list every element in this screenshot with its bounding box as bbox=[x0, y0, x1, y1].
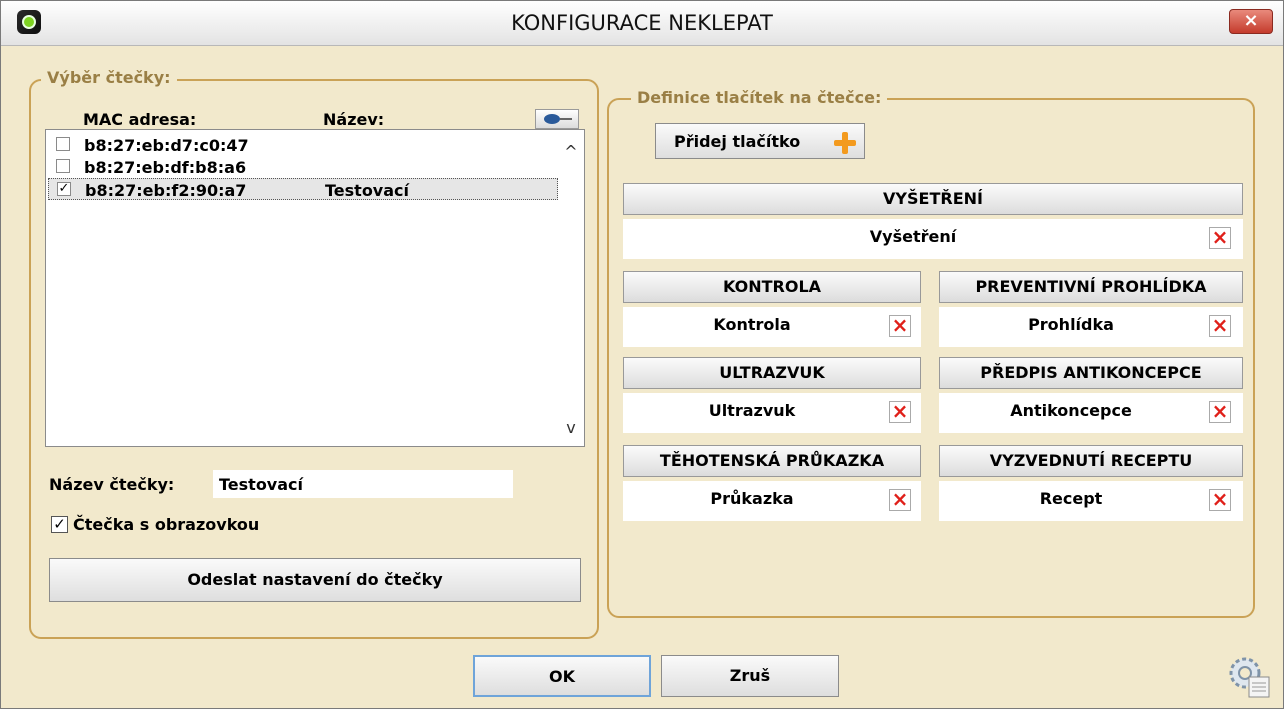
card-header[interactable]: ULTRAZVUK bbox=[623, 357, 921, 389]
close-button[interactable]: × bbox=[1229, 9, 1273, 34]
delete-icon[interactable]: × bbox=[889, 489, 911, 511]
card-value: Prohlídka bbox=[1028, 315, 1114, 334]
card-body: Antikoncepce × bbox=[939, 393, 1243, 433]
item-mac: b8:27:eb:d7:c0:47 bbox=[84, 136, 249, 155]
reader-selection-legend: Výběr čtečky: bbox=[41, 68, 177, 87]
delete-icon[interactable]: × bbox=[1209, 489, 1231, 511]
card-body: Prohlídka × bbox=[939, 307, 1243, 347]
window-title: KONFIGURACE NEKLEPAT bbox=[511, 11, 773, 35]
card-value: Vyšetření bbox=[869, 227, 957, 246]
card-body: Vyšetření × bbox=[623, 219, 1243, 259]
list-item-selected[interactable]: ✓ b8:27:eb:f2:90:a7 Testovací bbox=[48, 178, 558, 200]
card-body: Kontrola × bbox=[623, 307, 921, 347]
ok-button[interactable]: OK bbox=[473, 655, 651, 697]
item-checkbox[interactable] bbox=[56, 137, 70, 151]
card-header[interactable]: VYZVEDNUTÍ RECEPTU bbox=[939, 445, 1243, 477]
list-item[interactable]: b8:27:eb:df:b8:a6 bbox=[48, 156, 558, 178]
card-header[interactable]: TĚHOTENSKÁ PRŮKAZKA bbox=[623, 445, 921, 477]
item-mac: b8:27:eb:f2:90:a7 bbox=[85, 181, 247, 200]
title-bar: KONFIGURACE NEKLEPAT × bbox=[1, 1, 1283, 46]
send-settings-button[interactable]: Odeslat nastavení do čtečky bbox=[49, 558, 581, 602]
card-value: Antikoncepce bbox=[1010, 401, 1132, 420]
settings-gear-icon[interactable] bbox=[1225, 653, 1271, 699]
card-body: Ultrazvuk × bbox=[623, 393, 921, 433]
card-value: Průkazka bbox=[710, 489, 794, 508]
reader-name-input[interactable] bbox=[213, 470, 513, 498]
card-body: Průkazka × bbox=[623, 481, 921, 521]
item-name: Testovací bbox=[325, 181, 409, 200]
buttons-definition-legend: Definice tlačítek na čtečce: bbox=[631, 88, 888, 107]
card-value: Kontrola bbox=[713, 315, 791, 334]
delete-icon[interactable]: × bbox=[1209, 227, 1231, 249]
item-checkbox[interactable] bbox=[56, 159, 70, 173]
add-button-label: Přidej tlačítko bbox=[674, 132, 801, 151]
card-header[interactable]: PREVENTIVNÍ PROHLÍDKA bbox=[939, 271, 1243, 303]
col-name-header: Název: bbox=[323, 110, 385, 129]
delete-icon[interactable]: × bbox=[889, 401, 911, 423]
card-value: Recept bbox=[1039, 489, 1103, 508]
reader-name-label: Název čtečky: bbox=[49, 475, 175, 494]
col-mac-header: MAC adresa: bbox=[83, 110, 197, 129]
card-header[interactable]: VYŠETŘENÍ bbox=[623, 183, 1243, 215]
screen-checkbox-label: Čtečka s obrazovkou bbox=[73, 515, 260, 534]
delete-icon[interactable]: × bbox=[889, 315, 911, 337]
toggle-view-button[interactable] bbox=[535, 109, 579, 129]
card-body: Recept × bbox=[939, 481, 1243, 521]
item-mac: b8:27:eb:df:b8:a6 bbox=[84, 158, 247, 177]
dialog-window: KONFIGURACE NEKLEPAT × Výběr čtečky: MAC… bbox=[0, 0, 1284, 709]
screen-checkbox[interactable]: ✓ bbox=[51, 516, 68, 533]
add-button[interactable]: Přidej tlačítko bbox=[655, 123, 865, 159]
reader-list[interactable]: b8:27:eb:d7:c0:47 b8:27:eb:df:b8:a6 ✓ b8… bbox=[45, 129, 585, 447]
scroll-down-arrow[interactable]: v bbox=[564, 418, 578, 437]
delete-icon[interactable]: × bbox=[1209, 401, 1231, 423]
card-value: Ultrazvuk bbox=[708, 401, 796, 420]
delete-icon[interactable]: × bbox=[1209, 315, 1231, 337]
cancel-button[interactable]: Zruš bbox=[661, 655, 839, 697]
plus-icon bbox=[834, 132, 856, 154]
list-item[interactable]: b8:27:eb:d7:c0:47 bbox=[48, 134, 558, 156]
item-checkbox[interactable]: ✓ bbox=[57, 182, 71, 196]
scroll-up-arrow[interactable]: ^ bbox=[564, 142, 578, 161]
card-header[interactable]: PŘEDPIS ANTIKONCEPCE bbox=[939, 357, 1243, 389]
card-header[interactable]: KONTROLA bbox=[623, 271, 921, 303]
